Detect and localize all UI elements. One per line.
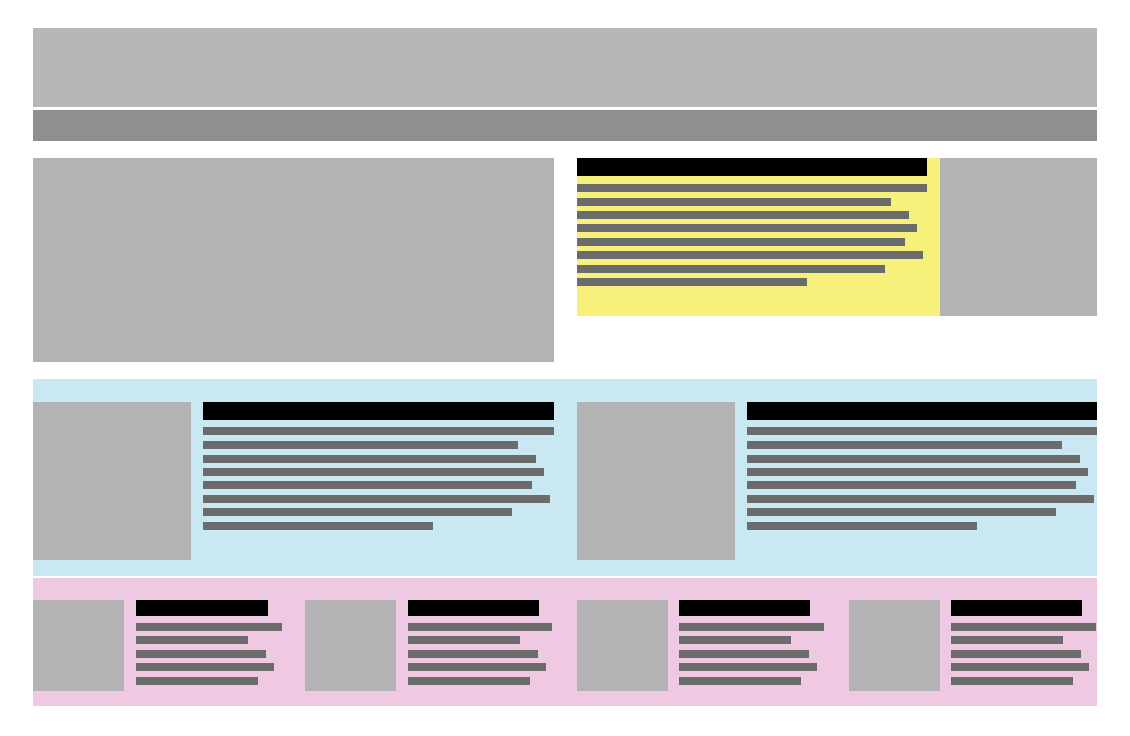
tertiary-story-text-line [136,677,258,685]
secondary-story-text-line [203,508,512,516]
secondary-story-text-line [747,508,1056,516]
tertiary-story-headline-bar [136,600,268,616]
feature-headline-bar [577,158,927,176]
secondary-story-headline-bar [747,402,1097,420]
tertiary-story-text-line [679,663,817,671]
tertiary-story-image-placeholder [33,600,124,691]
secondary-story-text-line [203,481,532,489]
tertiary-story-text-line [136,636,248,644]
hero-image-placeholder [33,158,554,362]
tertiary-story-text-line [679,650,809,658]
tertiary-story-band [33,578,1097,706]
secondary-story-text-line [203,427,554,435]
tertiary-story-headline-bar [408,600,539,616]
feature-text-line [577,224,917,232]
secondary-story-text-line [747,468,1088,476]
tertiary-story-text-line [408,636,520,644]
secondary-story-text-line [747,427,1097,435]
tertiary-story-text-line [679,677,801,685]
header-block [33,28,1097,107]
nav-bar [33,110,1097,141]
secondary-story-text-line [203,441,518,449]
feature-text-line [577,265,885,273]
feature-text-line [577,278,807,286]
secondary-story-image-placeholder [33,402,191,560]
feature-side-image-placeholder [940,158,1097,316]
secondary-story-text-line [747,495,1094,503]
secondary-story-text-line [203,455,536,463]
secondary-story-text-line [203,495,550,503]
tertiary-story-text-line [951,677,1073,685]
tertiary-story-headline-bar [951,600,1082,616]
tertiary-story-headline-bar [679,600,810,616]
tertiary-story-text-line [136,650,266,658]
feature-text-line [577,211,909,219]
tertiary-story-text-line [408,663,546,671]
tertiary-story-text-line [679,623,824,631]
feature-text-box [577,158,940,316]
feature-text-line [577,238,905,246]
tertiary-story-text-line [951,623,1096,631]
secondary-story-text-line [203,468,544,476]
secondary-story-text-line [747,481,1076,489]
tertiary-story-image-placeholder [577,600,668,691]
tertiary-story-text-line [408,677,530,685]
tertiary-story-text-line [951,636,1063,644]
secondary-story-band [33,379,1097,576]
secondary-story-text-line [747,522,977,530]
tertiary-story-text-line [408,623,552,631]
tertiary-story-text-line [136,623,282,631]
tertiary-story-text-line [679,636,791,644]
secondary-story-headline-bar [203,402,554,420]
tertiary-story-text-line [951,663,1089,671]
secondary-story-image-placeholder [577,402,735,560]
tertiary-story-text-line [951,650,1081,658]
tertiary-story-image-placeholder [849,600,940,691]
secondary-story-text-line [203,522,433,530]
secondary-story-text-line [747,455,1080,463]
page-layout-wireframe [0,0,1130,736]
feature-text-line [577,251,923,259]
feature-text-line [577,198,891,206]
tertiary-story-image-placeholder [305,600,396,691]
feature-text-line [577,184,927,192]
tertiary-story-text-line [136,663,274,671]
tertiary-story-text-line [408,650,538,658]
secondary-story-text-line [747,441,1062,449]
